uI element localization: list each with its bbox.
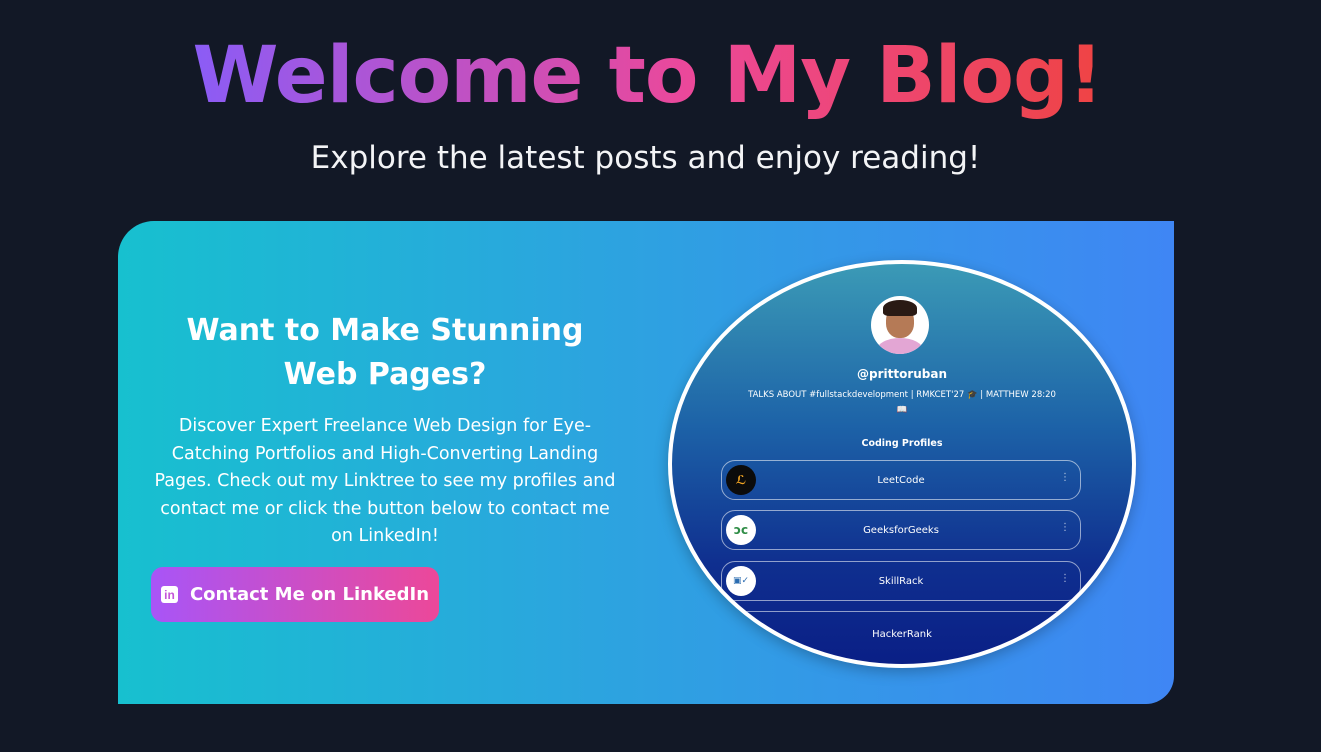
linkedin-icon: in <box>160 586 178 603</box>
contact-linkedin-button[interactable]: in Contact Me on LinkedIn <box>151 567 439 622</box>
leetcode-icon: ℒ <box>726 465 756 495</box>
link-leetcode-label: LeetCode <box>877 474 925 486</box>
profile-bio: TALKS ABOUT #fullstackdevelopment | RMKC… <box>748 390 1056 415</box>
linktree-preview[interactable]: @prittoruban TALKS ABOUT #fullstackdevel… <box>668 260 1136 668</box>
link-leetcode[interactable]: ℒ LeetCode ⋮ <box>721 460 1081 500</box>
link-skillrack[interactable]: ▣✓ SkillRack ⋮ <box>721 561 1081 601</box>
blog-home-page: Welcome to My Blog! Explore the latest p… <box>0 0 1321 752</box>
promo-description: Discover Expert Freelance Web Design for… <box>154 416 616 546</box>
hero-title: Welcome to My Blog! <box>0 28 1295 124</box>
hero-title-text: Welcome to My Blog! <box>192 31 1104 121</box>
more-options-icon[interactable]: ⋮ <box>1060 472 1070 483</box>
promo-title: Want to Make Stunning Web Pages? <box>186 313 584 392</box>
geeksforgeeks-icon: ↄc <box>726 515 756 545</box>
link-geeksforgeeks[interactable]: ↄc GeeksforGeeks ⋮ <box>721 510 1081 550</box>
more-options-icon[interactable]: ⋮ <box>1060 573 1070 584</box>
profile-handle: @prittoruban <box>856 367 948 381</box>
link-skillrack-label: SkillRack <box>878 575 924 587</box>
freelance-promo-card: Want to Make Stunning Web Pages? Discove… <box>118 221 1174 704</box>
promo-text-block: Want to Make Stunning Web Pages? Discove… <box>150 309 620 551</box>
skillrack-icon: ▣✓ <box>726 566 756 596</box>
more-options-icon[interactable]: ⋮ <box>1060 522 1070 533</box>
link-hackerrank[interactable]: HackerRank <box>672 611 1132 656</box>
link-geeksforgeeks-label: GeeksforGeeks <box>863 524 939 536</box>
link-hackerrank-label: HackerRank <box>872 628 932 640</box>
hero-subtitle: Explore the latest posts and enjoy readi… <box>310 140 981 176</box>
avatar <box>871 296 929 354</box>
contact-linkedin-button-label: Contact Me on LinkedIn <box>189 584 430 605</box>
coding-profiles-heading: Coding Profiles <box>861 438 943 449</box>
